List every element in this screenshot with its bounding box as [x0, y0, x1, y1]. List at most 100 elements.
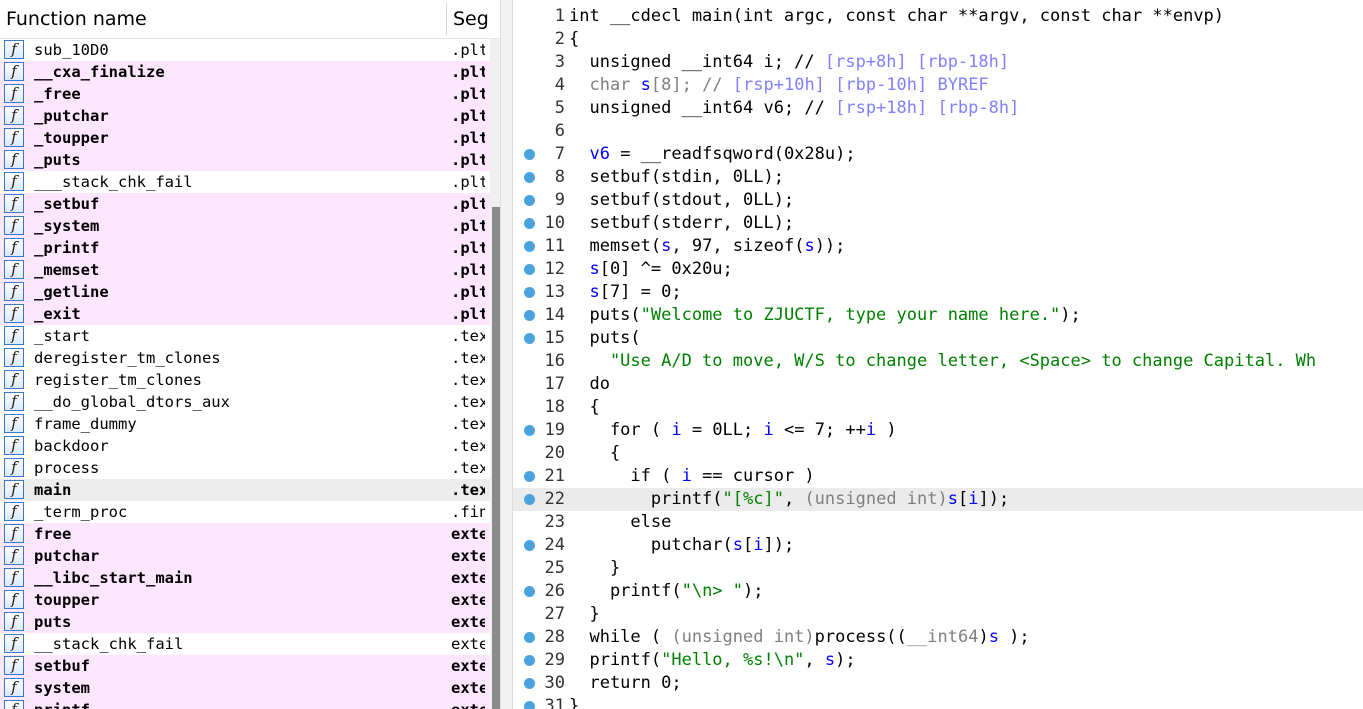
breakpoint-dot-icon[interactable] [524, 678, 535, 689]
code-text[interactable]: s[7] = 0; [569, 281, 681, 304]
breakpoint-dot-icon[interactable] [524, 701, 535, 709]
function-row[interactable]: f _term_proc .fini [0, 501, 490, 523]
function-row[interactable]: f deregister_tm_clones .text [0, 347, 490, 369]
code-text[interactable]: { [569, 28, 579, 51]
code-line[interactable]: 6 [513, 120, 1363, 143]
code-line[interactable]: 1 int __cdecl main(int argc, const char *… [513, 5, 1363, 28]
function-row[interactable]: fsystem extern [0, 677, 490, 699]
code-text[interactable]: for ( i = 0LL; i <= 7; ++i ) [569, 419, 897, 442]
breakpoint-dot-icon[interactable] [524, 149, 535, 160]
function-row[interactable]: fputs extern [0, 611, 490, 633]
code-text[interactable]: while ( (unsigned int)process((__int64)s… [569, 626, 1029, 649]
breakpoint-dot-icon[interactable] [524, 540, 535, 551]
function-row[interactable]: f _memset .plt.sec [0, 259, 490, 281]
function-row[interactable]: f _getline .plt.sec [0, 281, 490, 303]
breakpoint-dot-icon[interactable] [524, 494, 535, 505]
code-line[interactable]: 13 s[7] = 0; [513, 281, 1363, 304]
code-text[interactable]: } [569, 557, 620, 580]
code-line[interactable]: 21 if ( i == cursor ) [513, 465, 1363, 488]
code-line[interactable]: 17 do [513, 373, 1363, 396]
function-row[interactable]: f frame_dummy .text [0, 413, 490, 435]
functions-vertical-scrollbar[interactable] [490, 39, 500, 709]
code-text[interactable]: if ( i == cursor ) [569, 465, 814, 488]
code-line[interactable]: 11 memset(s, 97, sizeof(s)); [513, 235, 1363, 258]
function-row[interactable]: f _putchar .plt.sec [0, 105, 490, 127]
function-row[interactable]: f _start .text [0, 325, 490, 347]
code-line[interactable]: 9 setbuf(stdout, 0LL); [513, 189, 1363, 212]
code-line[interactable]: 7 v6 = __readfsqword(0x28u); [513, 143, 1363, 166]
code-text[interactable]: memset(s, 97, sizeof(s)); [569, 235, 845, 258]
code-text[interactable]: putchar(s[i]); [569, 534, 794, 557]
code-text[interactable]: } [569, 603, 599, 626]
code-line[interactable]: 12 s[0] ^= 0x20u; [513, 258, 1363, 281]
function-row[interactable]: fmain .text [0, 479, 490, 501]
function-row[interactable]: f __do_global_dtors_aux .text [0, 391, 490, 413]
pseudocode-view[interactable]: 1 int __cdecl main(int argc, const char *… [513, 0, 1363, 709]
function-row[interactable]: f __cxa_finalize .plt.got [0, 61, 490, 83]
code-line[interactable]: 16 "Use A/D to move, W/S to change lette… [513, 350, 1363, 373]
code-text[interactable]: int __cdecl main(int argc, const char **… [569, 5, 1224, 28]
function-row[interactable]: f ___stack_chk_fail .plt [0, 171, 490, 193]
code-text[interactable]: v6 = __readfsqword(0x28u); [569, 143, 855, 166]
code-line[interactable]: 18 { [513, 396, 1363, 419]
code-text[interactable]: { [569, 396, 599, 419]
code-line[interactable]: 20 { [513, 442, 1363, 465]
code-line[interactable]: 30 return 0; [513, 672, 1363, 695]
code-line[interactable]: 27 } [513, 603, 1363, 626]
column-separator[interactable] [446, 3, 447, 35]
code-text[interactable]: printf("[%c]", (unsigned int)s[i]); [569, 488, 1009, 511]
function-row[interactable]: f process .text [0, 457, 490, 479]
breakpoint-dot-icon[interactable] [524, 425, 535, 436]
code-line[interactable]: 29 printf("Hello, %s!\n", s); [513, 649, 1363, 672]
code-text[interactable]: unsigned __int64 i; // [rsp+8h] [rbp-18h… [569, 51, 1009, 74]
code-line[interactable]: 31} [513, 695, 1363, 709]
code-text[interactable]: printf("Hello, %s!\n", s); [569, 649, 855, 672]
code-text[interactable]: char s[8]; // [rsp+10h] [rbp-10h] BYREF [569, 74, 988, 97]
code-text[interactable]: puts( [569, 327, 640, 350]
code-line[interactable]: 4 char s[8]; // [rsp+10h] [rbp-10h] BYRE… [513, 74, 1363, 97]
function-row[interactable]: f printf extern [0, 699, 490, 709]
code-text[interactable]: printf("\n> "); [569, 580, 764, 603]
scrollbar-thumb[interactable] [492, 207, 500, 709]
function-row[interactable]: f _exit .plt.sec [0, 303, 490, 325]
function-row[interactable]: f toupper extern [0, 589, 490, 611]
code-text[interactable]: { [569, 442, 620, 465]
breakpoint-dot-icon[interactable] [524, 310, 535, 321]
function-row[interactable]: f backdoor .text [0, 435, 490, 457]
breakpoint-dot-icon[interactable] [524, 632, 535, 643]
function-row[interactable]: f _setbuf .plt.sec [0, 193, 490, 215]
code-line[interactable]: 24 putchar(s[i]); [513, 534, 1363, 557]
function-row[interactable]: fsetbuf extern [0, 655, 490, 677]
function-row[interactable]: ffree extern [0, 523, 490, 545]
code-text[interactable]: setbuf(stdout, 0LL); [569, 189, 794, 212]
breakpoint-dot-icon[interactable] [524, 172, 535, 183]
code-text[interactable]: s[0] ^= 0x20u; [569, 258, 732, 281]
code-line[interactable]: 2{ [513, 28, 1363, 51]
breakpoint-dot-icon[interactable] [524, 287, 535, 298]
function-row[interactable]: f _printf .plt.sec [0, 237, 490, 259]
function-row[interactable]: f _toupper .plt.sec [0, 127, 490, 149]
function-row[interactable]: f __stack_chk_fail extern [0, 633, 490, 655]
code-line[interactable]: 23 else [513, 511, 1363, 534]
breakpoint-dot-icon[interactable] [524, 333, 535, 344]
code-text[interactable]: setbuf(stderr, 0LL); [569, 212, 794, 235]
code-text[interactable]: return 0; [569, 672, 681, 695]
code-line[interactable]: 5 unsigned __int64 v6; // [rsp+18h] [rbp… [513, 97, 1363, 120]
panel-splitter[interactable] [500, 0, 513, 709]
code-line[interactable]: 14 puts("Welcome to ZJUCTF, type your na… [513, 304, 1363, 327]
breakpoint-dot-icon[interactable] [524, 218, 535, 229]
code-line[interactable]: 25 } [513, 557, 1363, 580]
function-row[interactable]: f _free .plt.sec [0, 83, 490, 105]
code-text[interactable]: do [569, 373, 609, 396]
code-text[interactable]: } [569, 695, 579, 709]
column-header-segment[interactable]: Segment [453, 0, 488, 38]
function-row[interactable]: f __libc_start_main extern [0, 567, 490, 589]
breakpoint-dot-icon[interactable] [524, 586, 535, 597]
code-line[interactable]: 15 puts( [513, 327, 1363, 350]
column-header-function-name[interactable]: Function name [6, 0, 444, 38]
breakpoint-dot-icon[interactable] [524, 195, 535, 206]
code-text[interactable]: setbuf(stdin, 0LL); [569, 166, 783, 189]
code-line[interactable]: 3 unsigned __int64 i; // [rsp+8h] [rbp-1… [513, 51, 1363, 74]
code-text[interactable]: "Use A/D to move, W/S to change letter, … [569, 350, 1316, 373]
code-line[interactable]: 26 printf("\n> "); [513, 580, 1363, 603]
